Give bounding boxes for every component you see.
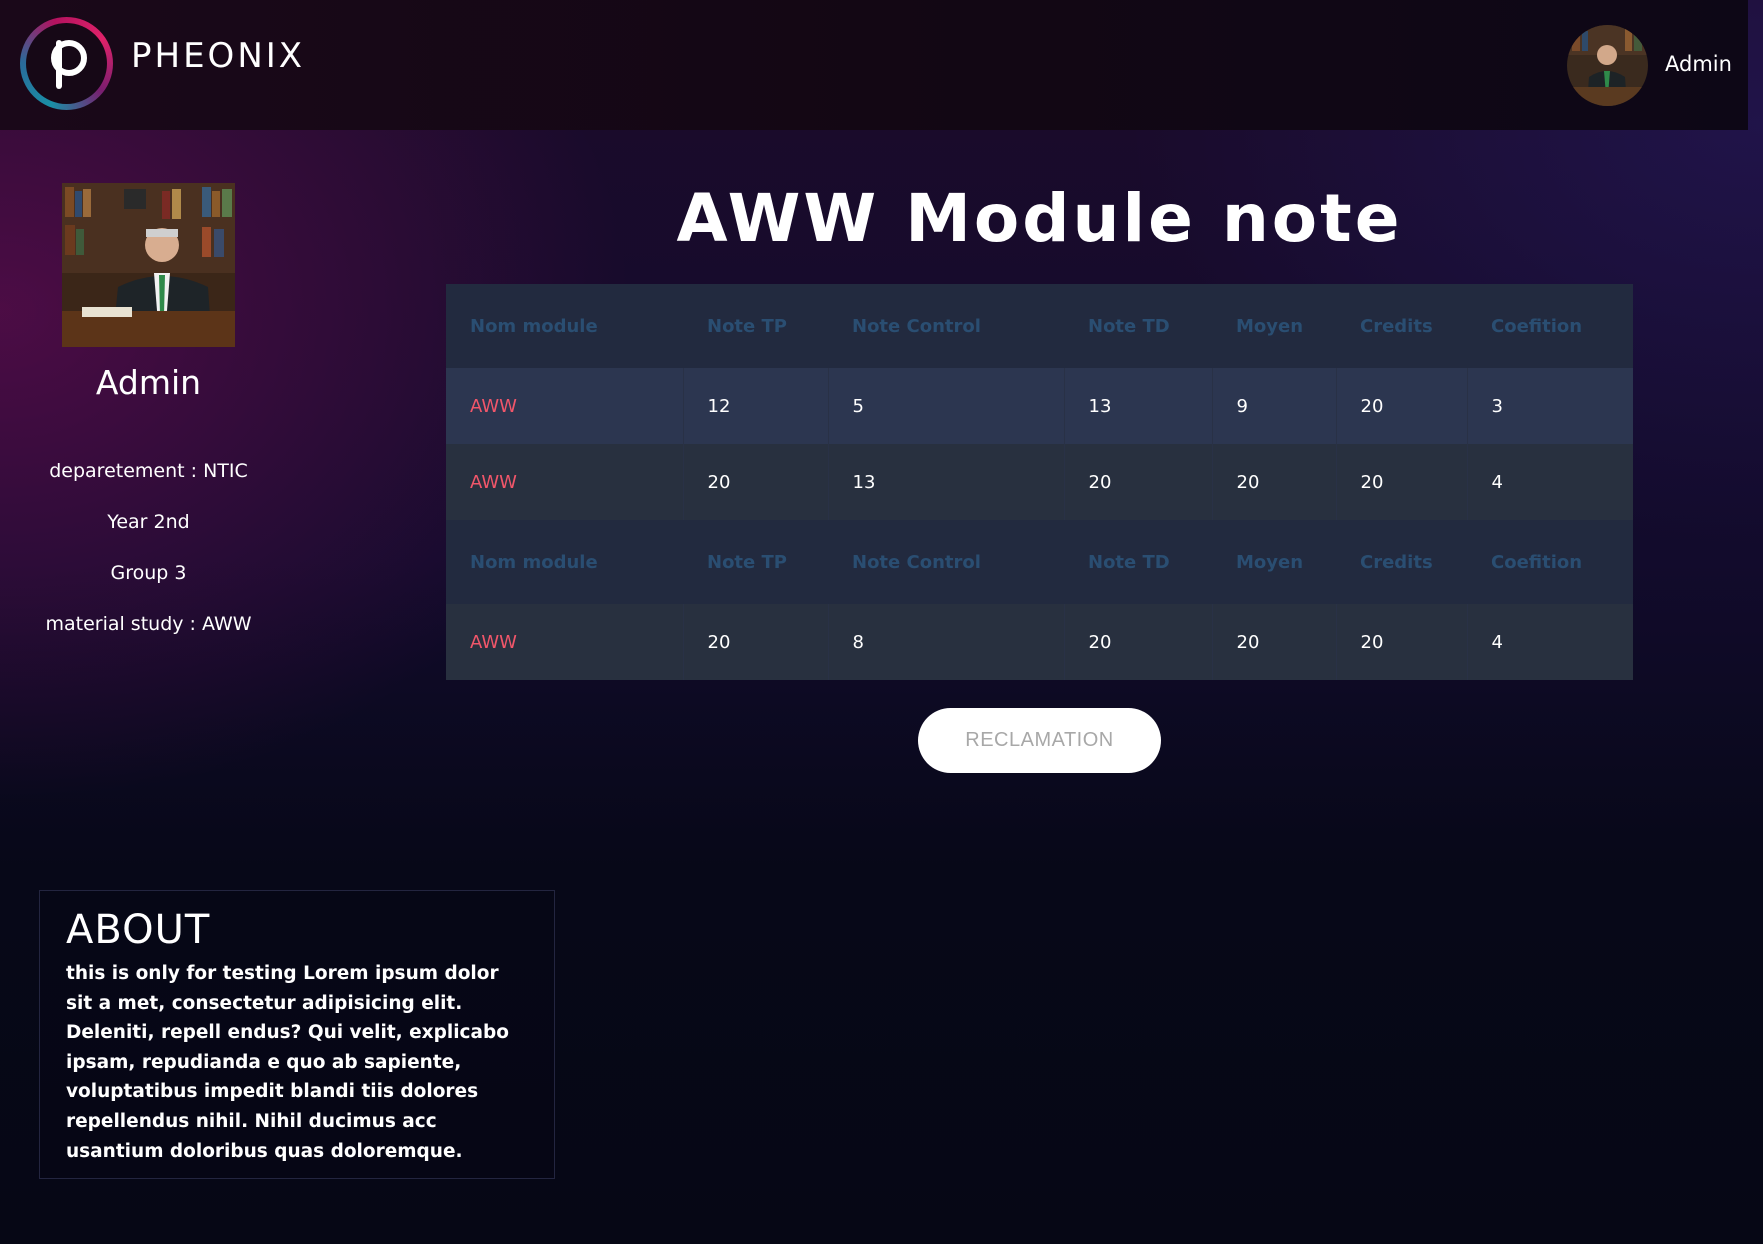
- column-header: Note Control: [828, 284, 1064, 368]
- profile-material: material study : AWW: [45, 613, 252, 635]
- table-row: AWW 12 5 13 9 20 3: [446, 368, 1633, 444]
- table-cell: 12: [683, 368, 829, 444]
- column-header: Credits: [1336, 284, 1467, 368]
- table-cell: 13: [1064, 368, 1213, 444]
- table-cell: 13: [828, 444, 1065, 520]
- column-header: Coefition: [1467, 284, 1633, 368]
- table-cell: 4: [1467, 604, 1633, 680]
- profile-year: Year 2nd: [107, 511, 190, 533]
- table-cell: 20: [1064, 604, 1213, 680]
- column-header: Moyen: [1212, 284, 1336, 368]
- table-cell: 5: [828, 368, 1065, 444]
- table-cell: 3: [1467, 368, 1633, 444]
- column-header: Note TP: [683, 520, 828, 604]
- about-box: ABOUT this is only for testing Lorem ips…: [39, 890, 555, 1179]
- module-name-cell: AWW: [446, 368, 684, 444]
- module-name-cell: AWW: [446, 444, 684, 520]
- table-cell: 20: [1064, 444, 1213, 520]
- table-cell: 20: [683, 604, 829, 680]
- profile-photo: [62, 183, 235, 347]
- column-header: Coefition: [1467, 520, 1633, 604]
- table-header-row: Nom module Note TP Note Control Note TD …: [446, 520, 1633, 604]
- table-header-row: Nom module Note TP Note Control Note TD …: [446, 284, 1633, 368]
- profile-group: Group 3: [110, 562, 187, 584]
- grades-table: Nom module Note TP Note Control Note TD …: [446, 284, 1633, 680]
- column-header: Note Control: [828, 520, 1064, 604]
- profile-name: Admin: [95, 363, 202, 402]
- table-cell: 20: [1336, 368, 1468, 444]
- column-header: Note TP: [683, 284, 828, 368]
- column-header: Note TD: [1064, 284, 1212, 368]
- column-header: Moyen: [1212, 520, 1336, 604]
- reclamation-button[interactable]: RECLAMATION: [918, 708, 1161, 773]
- top-header: PHEONIX Admin: [0, 0, 1748, 130]
- profile-departement: deparetement : NTIC: [49, 460, 248, 482]
- column-header: Note TD: [1064, 520, 1212, 604]
- header-username[interactable]: Admin: [1665, 52, 1732, 76]
- table-row: AWW 20 13 20 20 20 4: [446, 444, 1633, 520]
- table-cell: 20: [1336, 444, 1468, 520]
- column-header: Nom module: [446, 284, 683, 368]
- about-title: ABOUT: [66, 907, 211, 953]
- column-header: Credits: [1336, 520, 1467, 604]
- brand-name[interactable]: PHEONIX: [131, 36, 305, 76]
- module-name-cell: AWW: [446, 604, 684, 680]
- pheonix-logo-icon[interactable]: [20, 17, 113, 110]
- column-header: Nom module: [446, 520, 683, 604]
- header-avatar[interactable]: [1567, 25, 1648, 106]
- page-title: AWW Module note: [676, 180, 1403, 257]
- table-cell: 20: [1336, 604, 1468, 680]
- about-text: this is only for testing Lorem ipsum dol…: [66, 963, 509, 1162]
- table-cell: 9: [1212, 368, 1337, 444]
- table-cell: 20: [683, 444, 829, 520]
- table-cell: 4: [1467, 444, 1633, 520]
- table-row: AWW 20 8 20 20 20 4: [446, 604, 1633, 680]
- table-cell: 8: [828, 604, 1065, 680]
- table-cell: 20: [1212, 444, 1337, 520]
- table-cell: 20: [1212, 604, 1337, 680]
